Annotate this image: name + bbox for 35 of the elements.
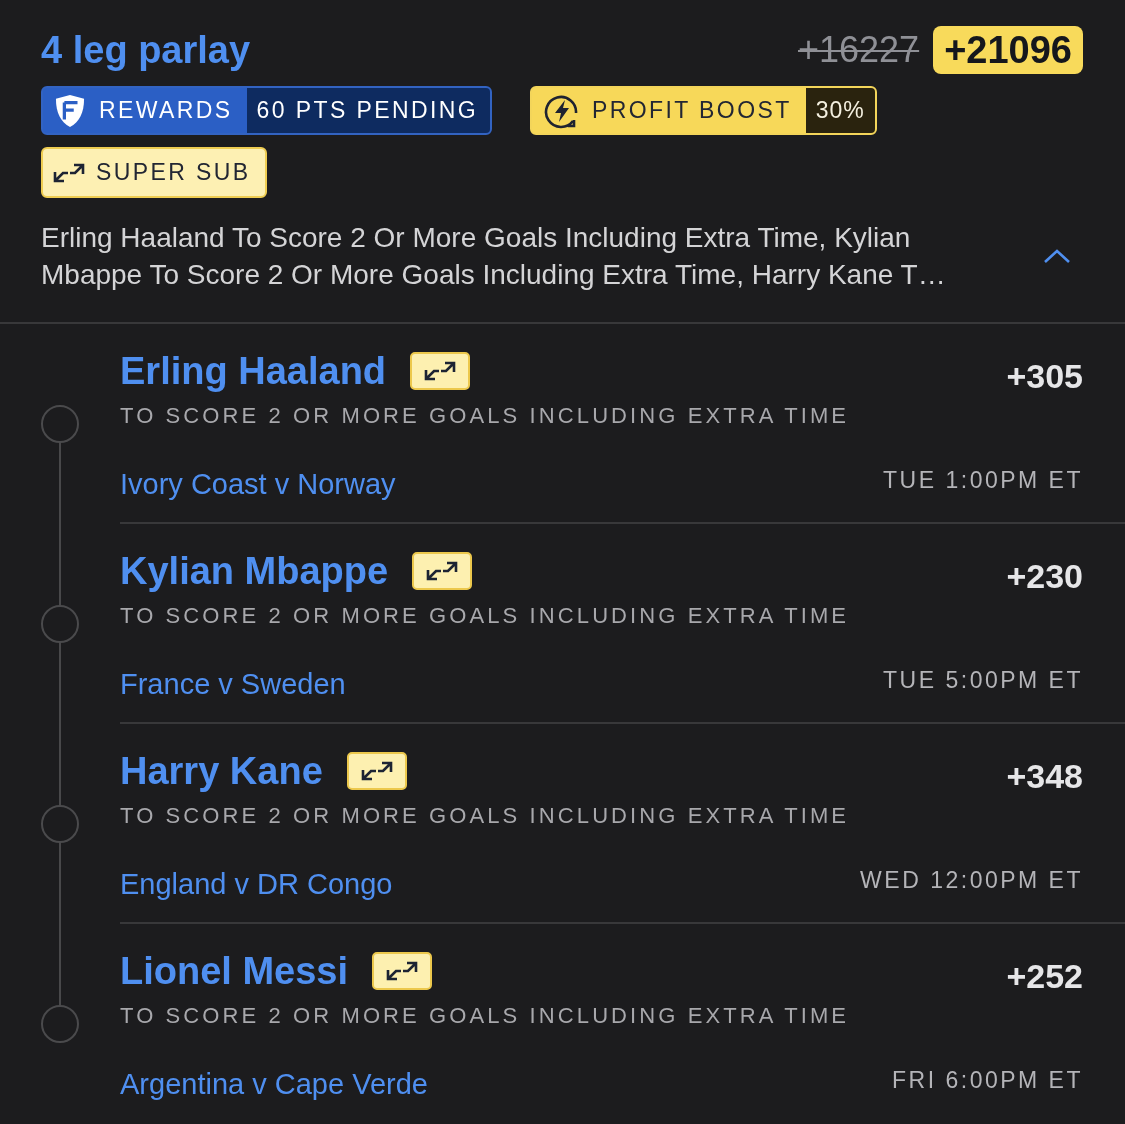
matchup-link[interactable]: France v Sweden bbox=[120, 667, 346, 701]
original-odds: +16227 bbox=[798, 28, 920, 72]
start-time: FRI 6:00PM ET bbox=[892, 1066, 1083, 1094]
leg-odds: +348 bbox=[1006, 756, 1083, 796]
market-label: TO SCORE 2 OR MORE GOALS INCLUDING EXTRA TIME bbox=[120, 402, 851, 430]
matchup-link[interactable]: Ivory Coast v Norway bbox=[120, 467, 396, 501]
timeline-marker-icon bbox=[41, 605, 79, 643]
parlay-summary: Erling Haaland To Score 2 Or More Goals Including Extra Time, Kylian Mbappe To Score 2 Or More Goals Including Extra Time, Harry Kane T… bbox=[41, 221, 947, 292]
leg-odds: +230 bbox=[1006, 556, 1083, 596]
matchup-link[interactable]: England v DR Congo bbox=[120, 867, 393, 901]
player-name: Lionel Messi bbox=[120, 950, 349, 992]
market-label: TO SCORE 2 OR MORE GOALS INCLUDING EXTRA TIME bbox=[120, 802, 851, 830]
shield-logo-icon bbox=[55, 93, 85, 128]
boosted-odds: +21096 bbox=[933, 26, 1083, 74]
profit-boost-label: PROFIT BOOST bbox=[592, 96, 793, 125]
leg-odds: +252 bbox=[1006, 956, 1083, 996]
timeline-marker-icon bbox=[41, 405, 79, 443]
player-name: Kylian Mbappe bbox=[120, 550, 389, 592]
chevron-icon[interactable] bbox=[1043, 248, 1071, 264]
timeline-marker-icon bbox=[41, 1005, 79, 1043]
start-time: TUE 1:00PM ET bbox=[883, 466, 1083, 494]
player-name: Erling Haaland bbox=[120, 350, 387, 392]
boost-percent: 30% bbox=[805, 88, 875, 133]
rewards-label: REWARDS bbox=[99, 96, 234, 125]
parlay-title: 4 leg parlay bbox=[41, 28, 251, 73]
market-label: TO SCORE 2 OR MORE GOALS INCLUDING EXTRA TIME bbox=[120, 602, 851, 630]
start-time: TUE 5:00PM ET bbox=[883, 666, 1083, 694]
market-label: TO SCORE 2 OR MORE GOALS INCLUDING EXTRA TIME bbox=[120, 1002, 851, 1030]
points-pending-label: 60 PTS PENDING bbox=[246, 88, 490, 133]
leg-odds: +305 bbox=[1006, 356, 1083, 396]
matchup-link[interactable]: Argentina v Cape Verde bbox=[120, 1067, 428, 1101]
timeline-marker-icon bbox=[41, 805, 79, 843]
player-name: Harry Kane bbox=[120, 750, 323, 792]
start-time: WED 12:00PM ET bbox=[860, 866, 1083, 894]
super-sub-label: SUPER SUB bbox=[96, 158, 252, 187]
